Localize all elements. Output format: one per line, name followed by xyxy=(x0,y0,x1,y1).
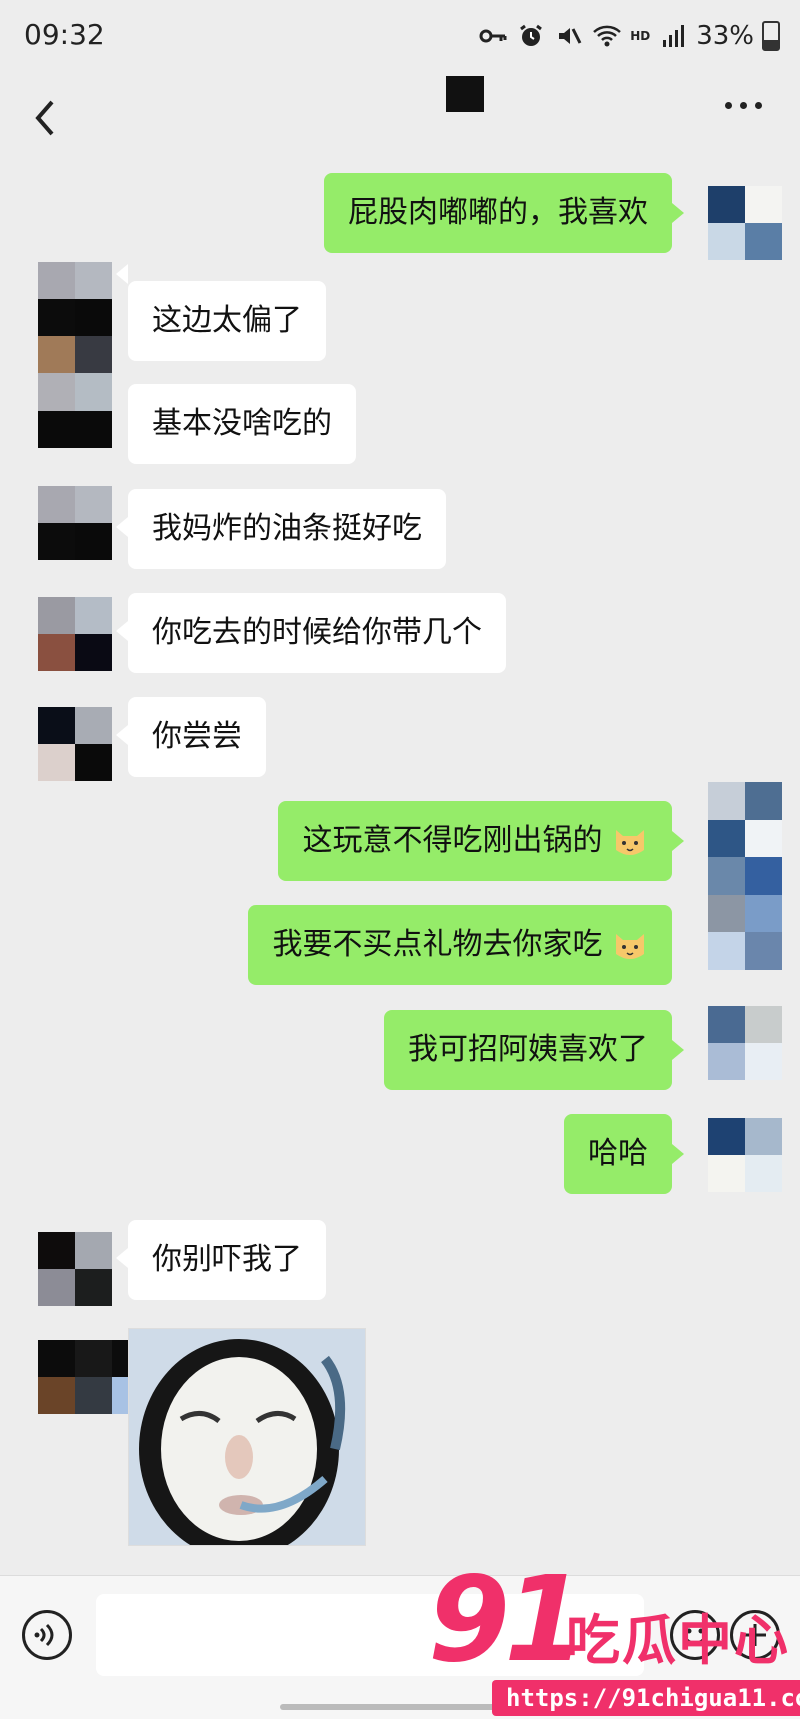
bubble-tail xyxy=(116,517,128,537)
message-bubble-sent[interactable]: 我要不买点礼物去你家吃 xyxy=(248,905,672,985)
voice-input-button[interactable] xyxy=(22,1610,72,1660)
watermark-number: 91 xyxy=(428,1550,586,1688)
message-bubble-received[interactable]: 这边太偏了 xyxy=(128,281,326,361)
panda-face-icon xyxy=(129,1329,365,1545)
my-avatar[interactable] xyxy=(708,186,782,260)
contact-avatar[interactable] xyxy=(38,374,112,448)
message-text: 你别吓我了 xyxy=(152,1242,302,1277)
contact-avatar[interactable] xyxy=(38,597,112,671)
message-text: 我妈炸的油条挺好吃 xyxy=(152,511,422,546)
bubble-tail xyxy=(672,203,684,223)
message-text: 屁股肉嘟嘟的，我喜欢 xyxy=(348,195,648,230)
cat-face-icon xyxy=(616,829,644,855)
message-bubble-received[interactable]: 你尝尝 xyxy=(128,697,266,777)
message-text: 你尝尝 xyxy=(152,719,242,754)
alarm-icon xyxy=(516,21,546,51)
watermark-name: 吃瓜中心 xyxy=(566,1609,790,1672)
voice-icon xyxy=(34,1623,54,1647)
bubble-tail xyxy=(116,621,128,641)
bubble-tail xyxy=(672,831,684,851)
chevron-left-icon xyxy=(35,100,54,136)
dot-icon xyxy=(740,102,747,109)
bubble-tail xyxy=(672,1144,684,1164)
mute-icon xyxy=(554,21,584,51)
status-bar: 09:32 HD 33% xyxy=(0,0,800,72)
bubble-tail xyxy=(116,725,128,745)
message-text: 我要不买点礼物去你家吃 xyxy=(272,927,603,962)
more-options-button[interactable] xyxy=(725,102,762,109)
network-label: HD xyxy=(630,29,651,43)
watermark: 91 吃瓜中心 https://91chigua11.com xyxy=(428,1560,800,1718)
message-text: 这玩意不得吃刚出锅的 xyxy=(302,823,603,858)
key-icon xyxy=(478,21,508,51)
message-bubble-received[interactable]: 你吃去的时候给你带几个 xyxy=(128,593,506,673)
message-text: 哈哈 xyxy=(588,1136,648,1171)
message-bubble-sent[interactable]: 这玩意不得吃刚出锅的 xyxy=(278,801,672,881)
my-avatar[interactable] xyxy=(708,1118,782,1192)
battery-percent: 33% xyxy=(696,21,754,51)
message-text: 你吃去的时候给你带几个 xyxy=(152,615,482,650)
signal-icon xyxy=(658,21,688,51)
contact-avatar[interactable] xyxy=(38,707,112,781)
contact-avatar[interactable] xyxy=(38,1232,112,1306)
bubble-tail xyxy=(116,1248,128,1268)
dot-icon xyxy=(755,102,762,109)
status-time: 09:32 xyxy=(24,18,105,51)
message-text: 这边太偏了 xyxy=(152,303,302,338)
bubble-tail xyxy=(672,1040,684,1060)
chat-title-bar xyxy=(0,72,800,162)
cartoon-face-sticker[interactable] xyxy=(128,1328,366,1546)
battery-icon xyxy=(762,21,780,51)
contact-avatar[interactable] xyxy=(38,486,112,560)
cat-face-icon xyxy=(616,933,644,959)
wifi-icon xyxy=(592,21,622,51)
dot-icon xyxy=(725,102,732,109)
back-button[interactable] xyxy=(26,88,70,148)
message-text: 基本没啥吃的 xyxy=(152,406,332,441)
status-icons: HD 33% xyxy=(478,18,780,54)
message-bubble-sent[interactable]: 屁股肉嘟嘟的，我喜欢 xyxy=(324,173,672,253)
contact-name-redacted xyxy=(446,76,484,112)
my-avatar[interactable] xyxy=(708,1006,782,1080)
watermark-url: https://91chigua11.com xyxy=(492,1680,800,1716)
message-bubble-received[interactable]: 你别吓我了 xyxy=(128,1220,326,1300)
my-avatar[interactable] xyxy=(708,782,782,970)
message-bubble-received[interactable]: 基本没啥吃的 xyxy=(128,384,356,464)
bubble-tail xyxy=(116,264,128,284)
message-bubble-sent[interactable]: 哈哈 xyxy=(564,1114,672,1194)
message-bubble-sent[interactable]: 我可招阿姨喜欢了 xyxy=(384,1010,672,1090)
message-text: 我可招阿姨喜欢了 xyxy=(408,1032,648,1067)
message-bubble-received[interactable]: 我妈炸的油条挺好吃 xyxy=(128,489,446,569)
